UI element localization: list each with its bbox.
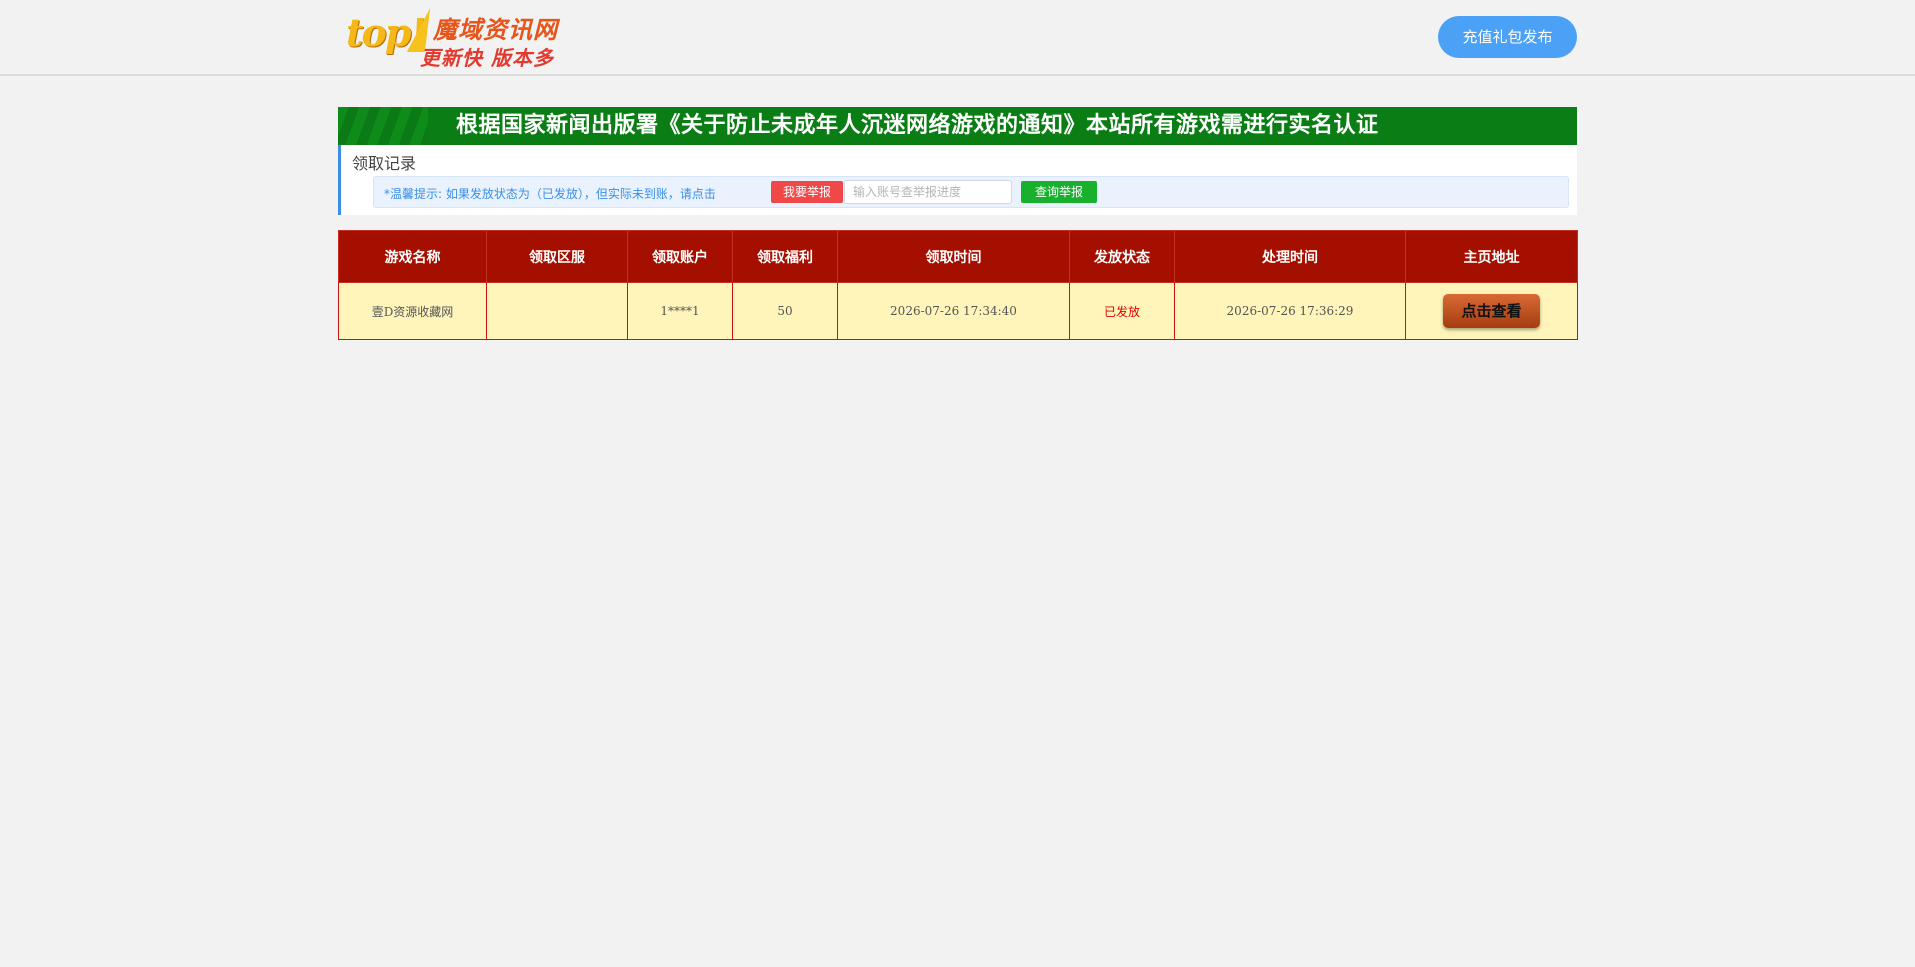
logo-slogan: 更新快 版本多: [420, 46, 554, 70]
logo-site-name: 魔域资讯网: [433, 15, 558, 44]
tip-text: *温馨提示: 如果发放状态为（已发放），但实际未到账，请点击: [384, 187, 716, 201]
report-progress-search-input[interactable]: [844, 180, 1012, 204]
record-panel: 领取记录 *温馨提示: 如果发放状态为（已发放），但实际未到账，请点击 我要举报…: [338, 145, 1577, 215]
record-title: 领取记录: [352, 154, 417, 173]
header-server: 领取区服: [486, 230, 628, 283]
banner-decoration: [338, 107, 428, 145]
publish-gift-button[interactable]: 充值礼包发布: [1438, 16, 1577, 58]
cell-status: 已发放: [1069, 282, 1175, 340]
header-process-time: 处理时间: [1174, 230, 1406, 283]
top-bar: top! 魔域资讯网 更新快 版本多 充值礼包发布: [0, 0, 1915, 76]
cell-claim-time: 2026-07-26 17:34:40: [837, 282, 1070, 340]
cell-benefit: 50: [732, 282, 838, 340]
table-row: 壹D资源收藏网 1****1 50 2026-07-26 17:34:40 已发…: [338, 282, 1578, 340]
query-report-button[interactable]: 查询举报: [1021, 181, 1097, 203]
header-claim-time: 领取时间: [837, 230, 1070, 283]
cell-server: [486, 282, 628, 340]
cell-account: 1****1: [627, 282, 733, 340]
records-table: 游戏名称 领取区服 领取账户 领取福利 领取时间 发放状态 处理时间 主页地址 …: [338, 230, 1578, 340]
header-game-name: 游戏名称: [338, 230, 487, 283]
tip-box: *温馨提示: 如果发放状态为（已发放），但实际未到账，请点击 我要举报 查询举报: [373, 176, 1569, 208]
header-benefit: 领取福利: [732, 230, 838, 283]
header-status: 发放状态: [1069, 230, 1175, 283]
real-name-notice-banner: 根据国家新闻出版署《关于防止未成年人沉迷网络游戏的通知》本站所有游戏需进行实名认…: [338, 107, 1577, 145]
table-header-row: 游戏名称 领取区服 领取账户 领取福利 领取时间 发放状态 处理时间 主页地址: [338, 230, 1578, 283]
report-button[interactable]: 我要举报: [771, 181, 843, 203]
site-logo[interactable]: top! 魔域资讯网 更新快 版本多: [338, 6, 563, 70]
view-homepage-button[interactable]: 点击查看: [1443, 294, 1540, 328]
cell-process-time: 2026-07-26 17:36:29: [1174, 282, 1406, 340]
header-homepage: 主页地址: [1405, 230, 1578, 283]
cell-homepage: 点击查看: [1405, 282, 1578, 340]
notice-text: 根据国家新闻出版署《关于防止未成年人沉迷网络游戏的通知》本站所有游戏需进行实名认…: [456, 113, 1379, 138]
header-account: 领取账户: [627, 230, 733, 283]
cell-game-name: 壹D资源收藏网: [338, 282, 487, 340]
